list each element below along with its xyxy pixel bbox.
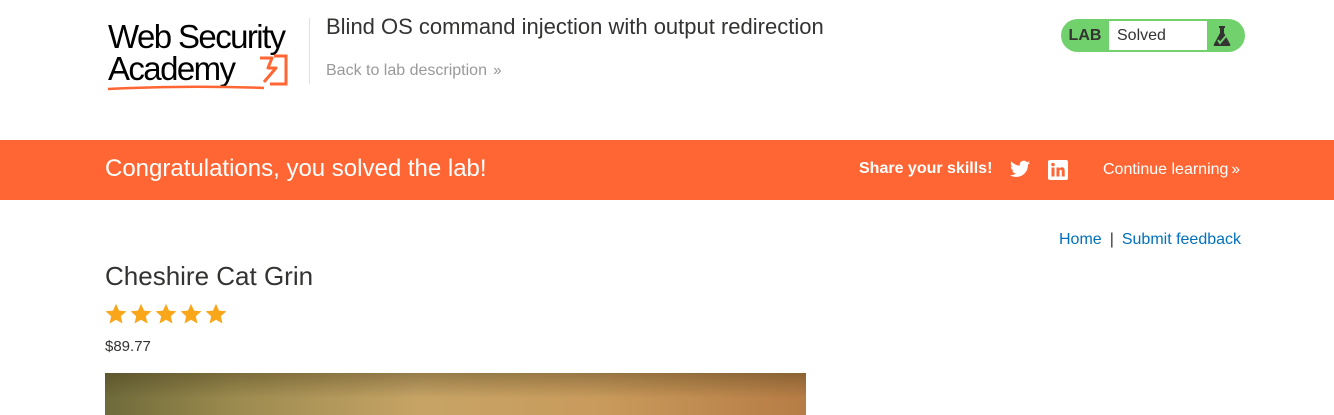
continue-learning-label: Continue learning [1103,161,1229,178]
logo-lightning-icon [260,54,288,86]
logo-underline [107,85,265,91]
web-security-academy-logo[interactable]: Web Security Academy [106,18,306,91]
back-link-label: Back to lab description [326,62,487,79]
top-links: Home | Submit feedback [1059,231,1241,249]
product-title: Cheshire Cat Grin [105,261,314,291]
flask-icon [1213,26,1231,46]
share-skills-label: Share your skills! [859,160,993,177]
product-rating [104,302,228,326]
linkedin-icon[interactable] [1048,160,1068,180]
solved-banner: Congratulations, you solved the lab! Sha… [0,140,1334,200]
star-icon [180,303,202,324]
logo-text-line2: Academy [108,50,236,87]
congratulations-message: Congratulations, you solved the lab! [105,155,487,182]
continue-learning-link[interactable]: Continue learning ›› [1103,161,1240,179]
lab-badge: LAB [1068,27,1102,44]
back-to-lab-description-link[interactable]: Back to lab description ›› [326,62,502,80]
star-icon [205,303,227,324]
home-link[interactable]: Home [1059,231,1102,248]
logo-text-line1: Web Security [108,18,286,55]
lab-title: Blind OS command injection with output r… [326,14,824,39]
star-icon [155,303,177,324]
chevron-double-right-icon: ›› [492,62,502,79]
lab-header: Web Security Academy Blind OS command in… [0,0,1334,140]
product-image [105,373,806,415]
star-icon [105,303,127,324]
chevron-double-right-icon: ›› [1231,161,1240,178]
submit-feedback-link[interactable]: Submit feedback [1122,231,1241,248]
product-price: $89.77 [105,338,151,355]
header-divider [309,18,310,84]
star-icon [130,303,152,324]
lab-status-text: Solved [1109,21,1207,50]
twitter-icon[interactable] [1010,160,1030,178]
nav-separator: | [1109,231,1114,248]
